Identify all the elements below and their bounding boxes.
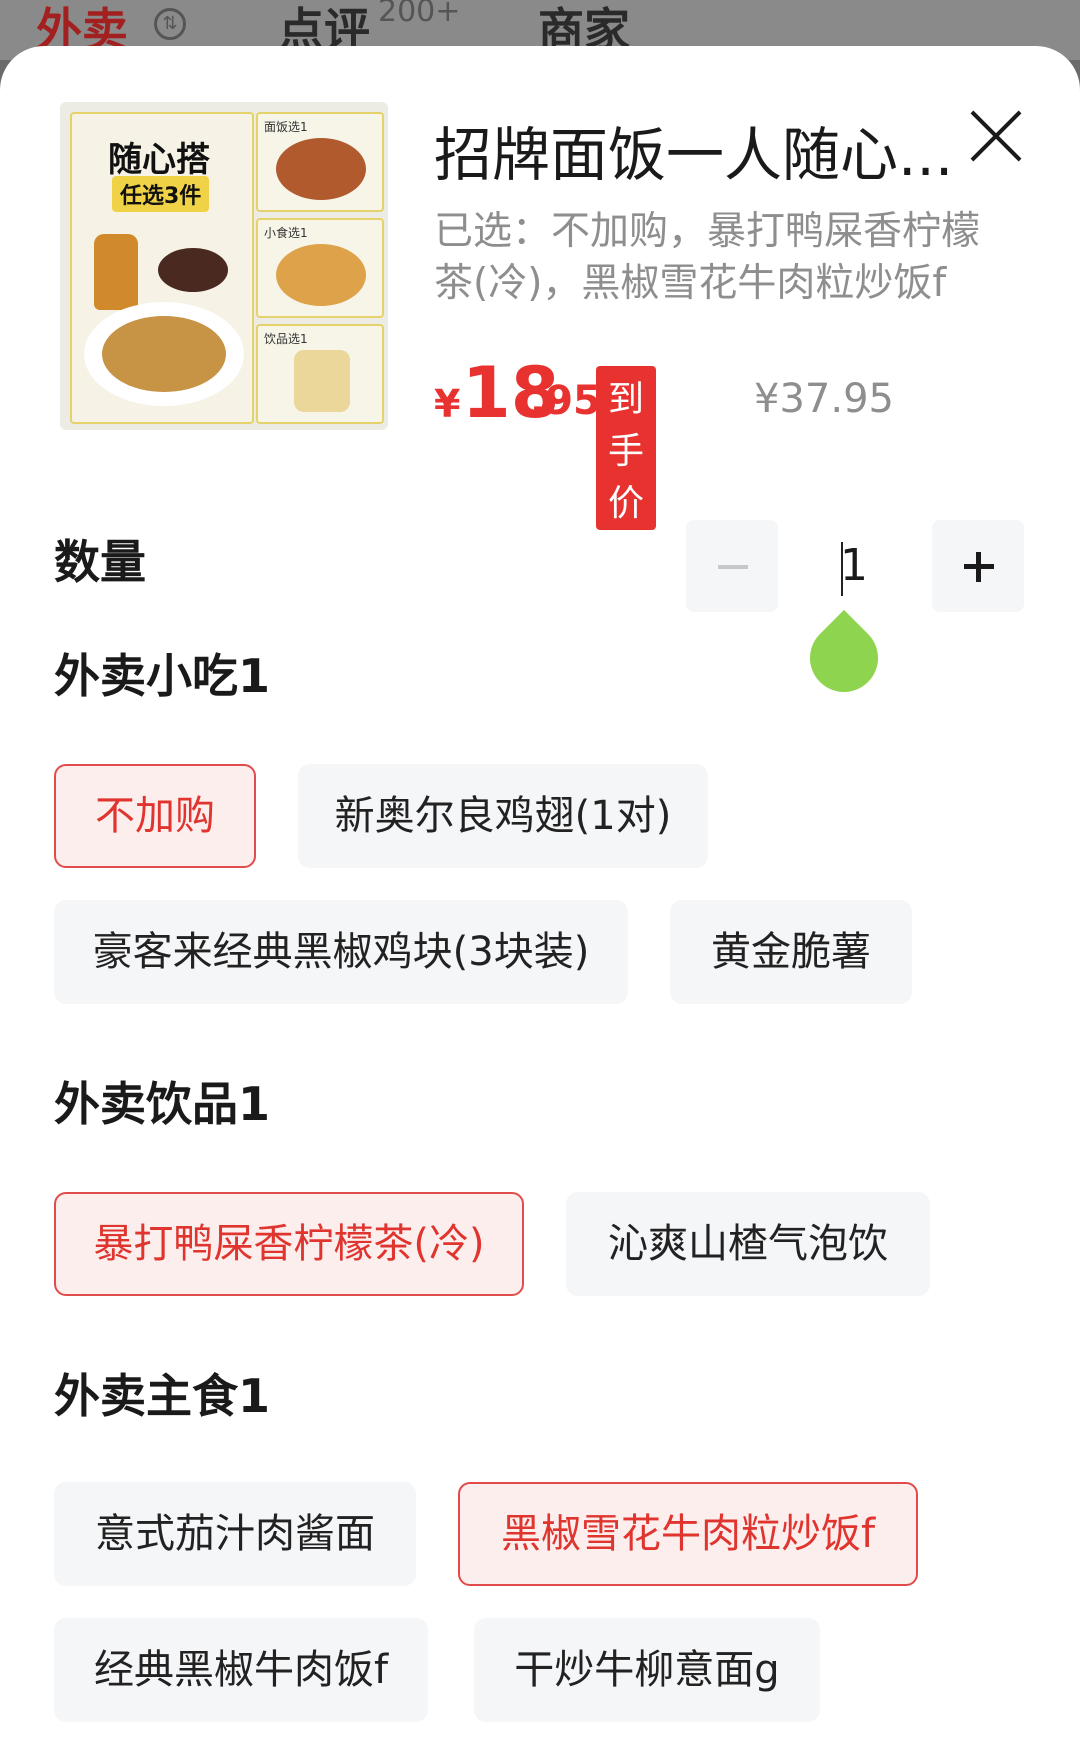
- price-currency: ¥: [434, 382, 461, 426]
- quantity-decrease-button[interactable]: [686, 520, 778, 612]
- image-cell-label: 小食选1: [264, 226, 308, 240]
- final-price-badge: 到手价: [596, 366, 657, 530]
- quantity-label: 数量: [54, 535, 146, 589]
- option-button[interactable]: 豪客来经典黑椒鸡块(3块装): [54, 900, 628, 1004]
- image-cell-label: 饮品选1: [264, 332, 308, 346]
- image-cell-drink: 饮品选1: [256, 324, 384, 424]
- drink-graphic: [294, 350, 350, 412]
- noodles-graphic: [276, 138, 366, 200]
- option-button[interactable]: 新奥尔良鸡翅(1对): [298, 764, 708, 868]
- image-title: 随心搭: [108, 140, 210, 180]
- fried-rice-graphic: [102, 316, 226, 392]
- option-button[interactable]: 不加购: [54, 764, 256, 868]
- cursor-drag-handle[interactable]: [795, 609, 893, 707]
- image-cell-label: 面饭选1: [264, 120, 308, 134]
- option-button[interactable]: 意式茄汁肉酱面: [54, 1482, 416, 1586]
- option-button[interactable]: 黑椒雪花牛肉粒炒饭f: [458, 1482, 918, 1586]
- close-icon[interactable]: [966, 106, 1026, 166]
- option-button[interactable]: 干炒牛柳意面g: [474, 1618, 820, 1722]
- product-options-sheet: 随心搭 任选3件 面饭选1 小食选1 饮品选1 招牌面饭一人随心... 已选：不…: [0, 46, 1080, 1752]
- option-button[interactable]: 沁爽山楂气泡饮: [566, 1192, 930, 1296]
- text-cursor: [841, 542, 843, 596]
- option-button[interactable]: 经典黑椒牛肉饭f: [54, 1618, 428, 1722]
- quantity-increase-button[interactable]: [932, 520, 1024, 612]
- steak-graphic: [158, 248, 228, 292]
- selected-summary: 已选：不加购，暴打鸭屎香柠檬茶(冷)，黑椒雪花牛肉粒炒饭f: [434, 209, 981, 306]
- reviews-count-badge: 200+: [378, 0, 461, 29]
- quantity-input[interactable]: 1: [840, 540, 868, 591]
- sort-icon: ⇅: [154, 8, 186, 40]
- image-pill: 任选3件: [112, 176, 210, 212]
- image-cell-noodles: 面饭选1: [256, 112, 384, 212]
- chicken-graphic: [276, 244, 366, 306]
- price-decimal: .95: [530, 378, 601, 424]
- original-price: ¥37.95: [754, 376, 894, 422]
- image-main-panel: 随心搭 任选3件: [70, 112, 254, 424]
- option-button[interactable]: 暴打鸭屎香柠檬茶(冷): [54, 1192, 524, 1296]
- option-button[interactable]: 黄金脆薯: [670, 900, 912, 1004]
- product-title: 招牌面饭一人随心...: [434, 121, 954, 189]
- section-title-main: 外卖主食1: [54, 1369, 271, 1423]
- drink-jar-graphic: [94, 234, 138, 310]
- image-cell-snack: 小食选1: [256, 218, 384, 318]
- section-title-snack: 外卖小吃1: [54, 649, 271, 703]
- section-title-drink: 外卖饮品1: [54, 1077, 271, 1131]
- product-image: 随心搭 任选3件 面饭选1 小食选1 饮品选1: [60, 102, 388, 430]
